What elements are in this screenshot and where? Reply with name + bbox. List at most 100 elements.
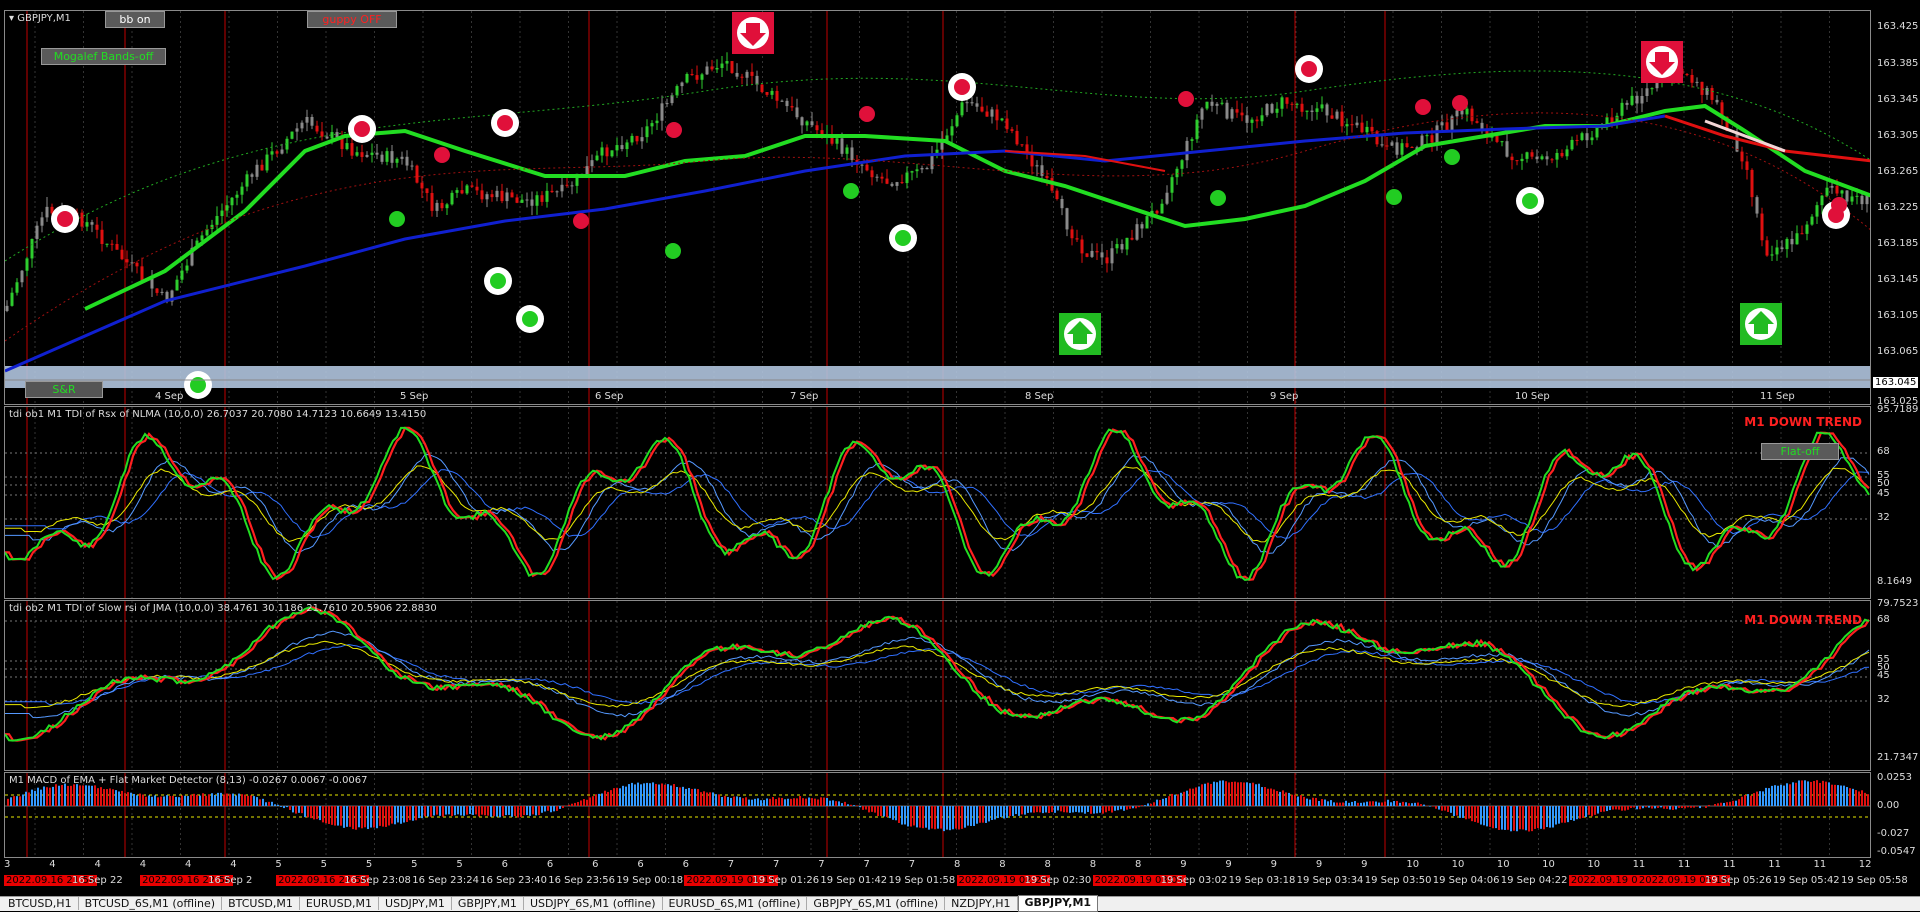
flat-toggle-button[interactable]: Flat-off <box>1761 443 1839 460</box>
candle-body <box>141 266 144 280</box>
macd-histogram-bar <box>400 806 402 824</box>
bar-number: 8 <box>1044 859 1050 870</box>
candle-body <box>1336 112 1339 119</box>
macd-histogram-bar <box>1141 805 1143 806</box>
macd-histogram-bar <box>583 799 585 806</box>
macd-histogram-bar <box>1762 791 1764 806</box>
chart-tab[interactable]: BTCUSD,M1 <box>222 897 300 910</box>
macd-histogram-bar <box>73 784 75 806</box>
macd-histogram-bar <box>883 806 885 816</box>
chart-tab[interactable]: GBPJPY,M1 <box>452 897 524 910</box>
candle-body <box>236 195 239 198</box>
dropdown-icon[interactable]: ▾ <box>9 13 17 24</box>
candle-body <box>1846 190 1849 201</box>
candle-body <box>1711 88 1714 100</box>
macd-histogram-bar <box>289 806 291 810</box>
buy-signal-icon <box>490 273 506 289</box>
macd-histogram-bar <box>643 783 645 806</box>
macd-histogram-bar <box>733 797 735 806</box>
time-axis[interactable]: 2022.09.16 21:5616 Sep 222022.09.16 22:5… <box>4 874 1920 888</box>
candle-body <box>1331 115 1334 118</box>
macd-histogram-bar <box>1273 789 1275 806</box>
bar-number: 4 <box>140 859 146 870</box>
chart-tab[interactable]: BTCUSD_6S,M1 (offline) <box>79 897 223 910</box>
macd-histogram-bar <box>808 798 810 806</box>
candle-body <box>1436 125 1439 142</box>
macd-histogram-bar <box>520 806 522 817</box>
macd-pane[interactable]: M1 MACD of EMA + Flat Market Detector (8… <box>4 772 1871 858</box>
time-label: 19 Sep 03:34 <box>1297 875 1364 886</box>
macd-histogram-bar <box>631 783 633 806</box>
macd-histogram-bar <box>844 802 846 806</box>
macd-histogram-bar <box>145 797 147 806</box>
candle-body <box>476 187 479 191</box>
day-label: 11 Sep <box>1760 391 1795 402</box>
candle-body <box>721 64 724 68</box>
scale-tick: 68 <box>1877 614 1890 625</box>
macd-histogram-bar <box>739 797 741 806</box>
macd-histogram-bar <box>1087 806 1089 812</box>
macd-histogram-bar <box>790 799 792 806</box>
chart-tab[interactable]: NZDJPY,H1 <box>945 897 1017 910</box>
candle-body <box>1391 142 1394 145</box>
price-scale[interactable]: 163.425163.385163.345163.305163.265163.2… <box>1871 10 1920 405</box>
macd-histogram-bar <box>556 806 558 811</box>
price-chart-svg[interactable] <box>5 11 1871 405</box>
sr-toggle-button[interactable]: S&R <box>25 381 103 398</box>
bar-number: 8 <box>999 859 1005 870</box>
chart-tab[interactable]: USDJPY_6S,M1 (offline) <box>524 897 663 910</box>
candle-body <box>611 150 614 156</box>
candle-body <box>46 207 49 217</box>
candle-body <box>876 177 879 178</box>
chart-tab[interactable]: EURUSD,M1 <box>300 897 379 910</box>
chart-tab[interactable]: BTCUSD,H1 <box>2 897 79 910</box>
bb-toggle-button[interactable]: bb on <box>105 11 165 28</box>
candle-body <box>321 131 324 136</box>
macd-histogram-bar <box>568 805 570 806</box>
candle-body <box>1756 197 1759 213</box>
macd-histogram-bar <box>613 788 615 806</box>
macd-histogram-bar <box>403 806 405 823</box>
macd-histogram-bar <box>391 806 393 824</box>
macd-histogram-bar <box>253 796 255 806</box>
macd-histogram-bar <box>1477 806 1479 823</box>
mogalef-toggle-button[interactable]: Mogalef Bands-off <box>41 48 166 65</box>
guppy-toggle-button[interactable]: guppy OFF <box>307 11 397 28</box>
macd-histogram-bar <box>235 795 237 806</box>
chart-tab[interactable]: USDJPY,M1 <box>379 897 452 910</box>
macd-histogram-bar <box>181 796 183 806</box>
macd-histogram-bar <box>1618 806 1620 810</box>
macd-histogram-bar <box>1804 780 1806 806</box>
macd-histogram-bar <box>1789 784 1791 806</box>
macd-histogram-bar <box>1501 806 1503 830</box>
tdi1-pane[interactable]: tdi ob1 M1 TDI of Rsx of NLMA (10,0,0) 2… <box>4 406 1871 599</box>
chart-tab[interactable]: GBPJPY,M1 <box>1018 895 1099 912</box>
macd-histogram-bar <box>592 796 594 806</box>
candle-body <box>536 195 539 206</box>
macd-histogram-bar <box>781 798 783 806</box>
macd-histogram-bar <box>1135 806 1137 808</box>
macd-histogram-bar <box>1513 806 1515 831</box>
candle-body <box>461 190 464 193</box>
tdi2-pane[interactable]: tdi ob2 M1 TDI of Slow rsi of JMA (10,0,… <box>4 600 1871 771</box>
chart-tab[interactable]: EURUSD_6S,M1 (offline) <box>663 897 808 910</box>
macd-histogram-bar <box>358 806 360 827</box>
macd-histogram-bar <box>433 806 435 815</box>
chart-tabs-bar[interactable]: BTCUSD,H1BTCUSD_6S,M1 (offline)BTCUSD,M1… <box>0 896 1920 911</box>
candle-body <box>691 74 694 75</box>
candle-body <box>1306 111 1309 112</box>
bar-number: 10 <box>1452 859 1465 870</box>
lower-band <box>5 113 1871 341</box>
macd-histogram-bar <box>382 806 384 827</box>
main-chart-pane[interactable]: ▾ GBPJPY,M1 bb on guppy OFF Mogalef Band… <box>4 10 1871 405</box>
day-label: 6 Sep <box>595 391 623 402</box>
chart-tab[interactable]: GBPJPY_6S,M1 (offline) <box>807 897 945 910</box>
macd-histogram-bar <box>1864 793 1866 806</box>
bar-number: 11 <box>1723 859 1736 870</box>
macd-histogram-bar <box>1162 799 1164 806</box>
candle-body <box>316 126 319 132</box>
candle-body <box>1216 104 1219 106</box>
candle-body <box>901 182 904 183</box>
bar-number: 5 <box>456 859 462 870</box>
macd-histogram-bar <box>793 798 795 806</box>
